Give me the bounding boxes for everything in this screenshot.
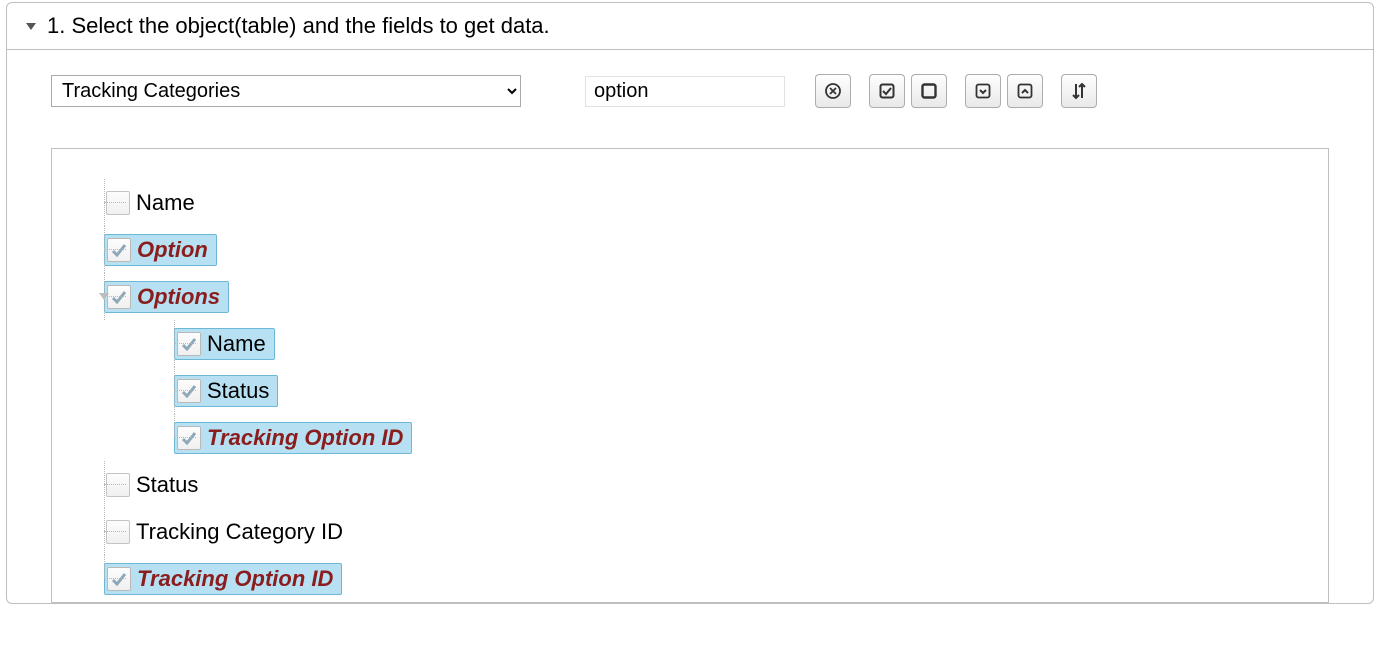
tree-node: Options Name Status Tracking Option ID [76, 273, 1304, 461]
disclosure-down-icon [25, 20, 37, 32]
tree-node: Status [146, 367, 1304, 414]
check-all-icon [878, 82, 896, 100]
checkbox[interactable] [107, 238, 131, 262]
object-select-wrap: Tracking Categories [51, 75, 521, 107]
expand-all-button[interactable] [965, 74, 1001, 108]
tree-node: Name [146, 320, 1304, 367]
tree-row[interactable]: Name [104, 179, 1304, 226]
checkbox[interactable] [177, 426, 201, 450]
tree-row[interactable]: Options [104, 273, 1304, 320]
field-tree-container: Name Option Options Name Status Tracking Opti… [51, 148, 1329, 603]
tree-node: Status [76, 461, 1304, 508]
clear-filter-button[interactable] [815, 74, 851, 108]
checkbox[interactable] [177, 379, 201, 403]
tree-item-label: Name [136, 190, 195, 216]
step-header[interactable]: 1. Select the object(table) and the fiel… [7, 3, 1373, 50]
tree-item[interactable]: Option [104, 234, 217, 266]
tree-node: Option [76, 226, 1304, 273]
tree-item-label: Name [207, 331, 266, 357]
tree-item-label: Tracking Category ID [136, 519, 343, 545]
tree-item[interactable]: Status [174, 375, 278, 407]
tree-item[interactable]: Tracking Option ID [104, 563, 342, 595]
step-panel: 1. Select the object(table) and the fiel… [6, 2, 1374, 604]
expand-all-icon [974, 82, 992, 100]
tree-node: Tracking Category ID [76, 508, 1304, 555]
tree-item-label: Status [136, 472, 198, 498]
object-select[interactable]: Tracking Categories [51, 75, 521, 107]
tree-item[interactable]: Name [104, 188, 203, 218]
tree-item[interactable]: Tracking Option ID [174, 422, 412, 454]
clear-icon [824, 82, 842, 100]
tree-item-label: Status [207, 378, 269, 404]
uncheck-all-button[interactable] [911, 74, 947, 108]
tree-item[interactable]: Options [104, 281, 229, 313]
expander-open-icon[interactable] [97, 289, 111, 303]
tree-node: Name [76, 179, 1304, 226]
checkbox[interactable] [177, 332, 201, 356]
step-body: Tracking Categories [7, 50, 1373, 603]
tree-node: Tracking Option ID [76, 555, 1304, 602]
tree-item-label: Tracking Option ID [137, 566, 333, 592]
tree-item[interactable]: Status [104, 470, 206, 500]
tree-row[interactable]: Tracking Category ID [104, 508, 1304, 555]
sort-button[interactable] [1061, 74, 1097, 108]
tree-row[interactable]: Name [174, 320, 1304, 367]
checkbox[interactable] [106, 473, 130, 497]
toolbar: Tracking Categories [51, 74, 1329, 108]
tree-item-label: Option [137, 237, 208, 263]
tree-node: Tracking Option ID [146, 414, 1304, 461]
checkbox[interactable] [106, 191, 130, 215]
collapse-all-icon [1016, 82, 1034, 100]
step-title: 1. Select the object(table) and the fiel… [47, 13, 550, 39]
check-all-button[interactable] [869, 74, 905, 108]
tree-item-label: Options [137, 284, 220, 310]
collapse-all-button[interactable] [1007, 74, 1043, 108]
checkbox[interactable] [106, 520, 130, 544]
checkbox[interactable] [107, 567, 131, 591]
tree-item-label: Tracking Option ID [207, 425, 403, 451]
uncheck-all-icon [920, 82, 938, 100]
tree-row[interactable]: Option [104, 226, 1304, 273]
tree-row[interactable]: Tracking Option ID [174, 414, 1304, 461]
sort-icon [1069, 81, 1089, 101]
tree-item[interactable]: Tracking Category ID [104, 517, 351, 547]
tree-row[interactable]: Status [104, 461, 1304, 508]
filter-input[interactable] [585, 76, 785, 107]
tree-row[interactable]: Status [174, 367, 1304, 414]
tree-row[interactable]: Tracking Option ID [104, 555, 1304, 602]
field-tree: Name Option Options Name Status Tracking Opti… [76, 179, 1304, 602]
tree-item[interactable]: Name [174, 328, 275, 360]
tree-children: Name Status Tracking Option ID [146, 320, 1304, 461]
